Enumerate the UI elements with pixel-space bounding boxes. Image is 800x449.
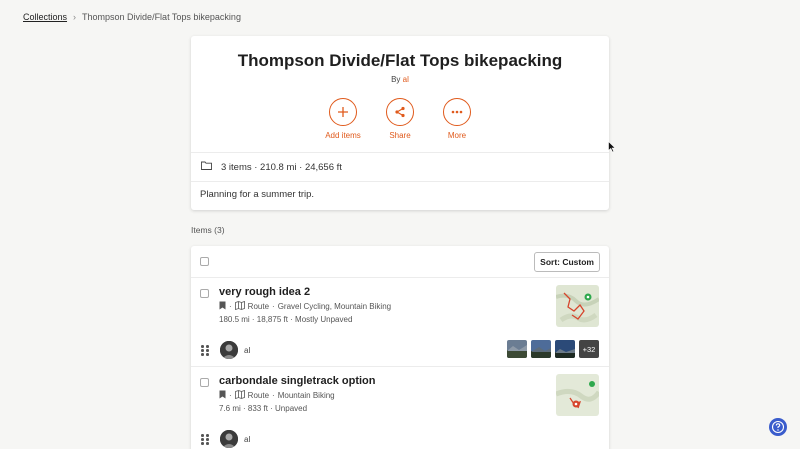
item-meta: · Route · Mountain Biking (219, 389, 335, 401)
collection-stats-text: 3 items · 210.8 mi · 24,656 ft (221, 161, 342, 173)
help-button[interactable] (769, 418, 787, 436)
sort-button[interactable]: Sort: Custom (534, 251, 600, 272)
list-item[interactable]: carbondale singletrack option · Route · … (191, 367, 609, 449)
photo-thumbnail[interactable] (531, 340, 551, 358)
avatar[interactable] (220, 430, 238, 448)
photo-thumbnail[interactable] (555, 340, 575, 358)
map-icon (234, 389, 245, 401)
map-icon (234, 300, 245, 312)
breadcrumb-collections-link[interactable]: Collections (23, 12, 67, 22)
owner-name[interactable]: al (244, 346, 250, 355)
more-label: More (447, 131, 467, 140)
photo-strip: +32 (507, 340, 599, 358)
bookmark-icon (219, 390, 226, 401)
item-type: Route (247, 391, 270, 400)
item-type: Route (247, 302, 270, 311)
add-items-button[interactable]: Add items (323, 98, 363, 140)
item-checkbox[interactable] (200, 378, 209, 387)
folder-icon (201, 161, 212, 173)
ellipsis-icon (443, 98, 471, 126)
mouse-cursor-icon (608, 140, 616, 158)
owner-name[interactable]: al (244, 435, 250, 444)
meta-dot: · (229, 391, 232, 400)
collection-description: Planning for a summer trip. (200, 189, 315, 200)
items-list-card: Sort: Custom very rough idea 2 · Route ·… (191, 246, 609, 449)
author-link[interactable]: al (403, 75, 409, 84)
list-item[interactable]: very rough idea 2 · Route · Gravel Cycli… (191, 278, 609, 367)
item-checkbox[interactable] (200, 289, 209, 298)
item-owner-row: al (201, 341, 250, 359)
drag-handle-icon[interactable] (201, 345, 209, 356)
bookmark-icon (219, 301, 226, 312)
items-count-label: Items (3) (191, 225, 225, 235)
share-icon (386, 98, 414, 126)
share-label: Share (389, 131, 411, 140)
list-toolbar: Sort: Custom (191, 246, 609, 278)
route-map-thumbnail[interactable] (556, 374, 599, 416)
breadcrumb-current: Thompson Divide/Flat Tops bikepacking (82, 12, 241, 22)
item-title[interactable]: very rough idea 2 (219, 286, 310, 298)
breadcrumb-separator: › (73, 12, 77, 22)
item-activities: Gravel Cycling, Mountain Biking (277, 302, 392, 311)
collection-stats: 3 items · 210.8 mi · 24,656 ft (191, 152, 609, 182)
action-bar: Add items Share More (191, 98, 609, 140)
photo-thumbnail[interactable] (507, 340, 527, 358)
add-items-label: Add items (325, 131, 361, 140)
drag-handle-icon[interactable] (201, 434, 209, 445)
meta-dot: · (229, 302, 232, 311)
route-map-thumbnail[interactable] (556, 285, 599, 327)
more-button[interactable]: More (437, 98, 477, 140)
byline-prefix: By (391, 75, 401, 84)
collection-header-card: Thompson Divide/Flat Tops bikepacking By… (191, 36, 609, 210)
share-button[interactable]: Share (380, 98, 420, 140)
byline: By al (191, 75, 609, 84)
item-owner-row: al (201, 430, 250, 448)
page-title: Thompson Divide/Flat Tops bikepacking (237, 51, 563, 70)
item-stats: 7.6 mi · 833 ft · Unpaved (219, 404, 308, 413)
meta-dot: · (272, 391, 275, 400)
item-meta: · Route · Gravel Cycling, Mountain Bikin… (219, 300, 392, 312)
more-photos-badge[interactable]: +32 (579, 340, 599, 358)
item-title[interactable]: carbondale singletrack option (219, 375, 375, 387)
breadcrumb: Collections › Thompson Divide/Flat Tops … (23, 12, 241, 22)
meta-dot: · (272, 302, 275, 311)
plus-icon (329, 98, 357, 126)
help-icon (771, 420, 785, 434)
select-all-checkbox[interactable] (200, 257, 209, 266)
avatar[interactable] (220, 341, 238, 359)
item-activities: Mountain Biking (277, 391, 335, 400)
item-stats: 180.5 mi · 18,875 ft · Mostly Unpaved (219, 315, 353, 324)
